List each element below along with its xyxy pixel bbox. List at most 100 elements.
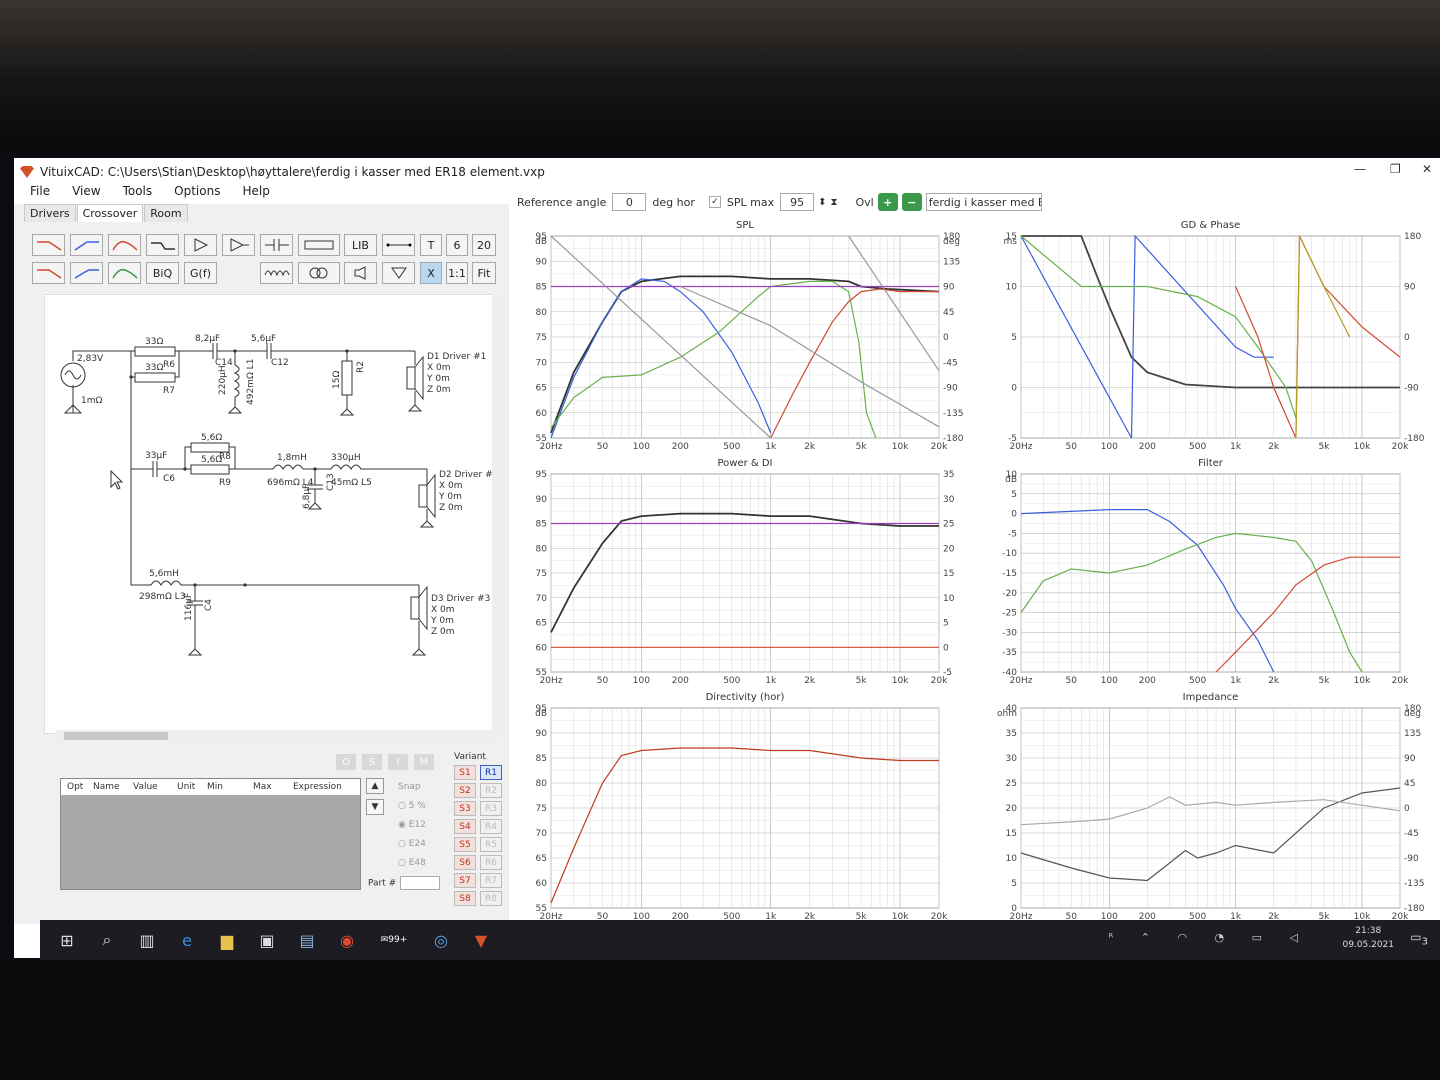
chart-title: SPL: [736, 220, 754, 231]
notch-button[interactable]: [146, 234, 179, 256]
system-tray-icons[interactable]: ᴿ ⌃ ◠ ◔ ▭ ◁: [1108, 931, 1310, 944]
capacitor-button[interactable]: [260, 234, 293, 256]
spl-spin-icon[interactable]: ⬍: [818, 197, 826, 208]
variant-s4-button[interactable]: S4: [454, 819, 476, 834]
mail-icon[interactable]: ✉ 99+: [374, 927, 414, 953]
biquad-button[interactable]: BiQ: [146, 262, 179, 284]
menu-file[interactable]: File: [30, 184, 50, 204]
snap-5-radio[interactable]: ○ 5 %: [398, 797, 426, 816]
maximize-icon[interactable]: ❐: [1390, 162, 1401, 176]
schematic-horizontal-scrollbar[interactable]: [56, 730, 496, 742]
lowpass-1-button[interactable]: [32, 234, 65, 256]
schematic-vertical-scrollbar[interactable]: [492, 294, 502, 734]
driver-button[interactable]: [344, 262, 377, 284]
bandpass-1-button[interactable]: [108, 234, 141, 256]
add-overlay-button[interactable]: +: [877, 193, 898, 211]
spl-reset-icon[interactable]: ⧗: [830, 197, 837, 208]
variant-s3-button[interactable]: S3: [454, 801, 476, 816]
bandpass-2-button[interactable]: [108, 262, 141, 284]
grid-20-button[interactable]: 20: [472, 234, 496, 256]
opt-m-button[interactable]: M: [414, 754, 434, 770]
snap-e12-radio[interactable]: ◉ E12: [398, 816, 426, 835]
variant-r7-button[interactable]: R7: [480, 873, 502, 888]
resistor-button[interactable]: [298, 234, 340, 256]
y-tick-label: 65: [536, 619, 547, 629]
task-view-icon[interactable]: ▥: [134, 927, 160, 953]
variant-s2-button[interactable]: S2: [454, 783, 476, 798]
x-tick-label: 1k: [1230, 676, 1242, 686]
transformer-button[interactable]: [298, 262, 340, 284]
search-icon[interactable]: ⌕: [94, 927, 120, 953]
y-axis-label: dB: [535, 709, 547, 719]
part-number-input[interactable]: [400, 876, 441, 890]
gf-button[interactable]: G(f): [184, 262, 217, 284]
opt-o-button[interactable]: O: [336, 754, 356, 770]
value-up-button[interactable]: ▲: [366, 778, 384, 794]
close-icon[interactable]: ✕: [1422, 162, 1432, 176]
grid-6-button[interactable]: 6: [446, 234, 468, 256]
spl-max-checkbox[interactable]: ✓: [708, 196, 721, 208]
menu-help[interactable]: Help: [242, 184, 269, 204]
minimize-icon[interactable]: —: [1354, 162, 1366, 176]
x-tick-label: 2k: [804, 442, 816, 452]
zoom-1-1-button[interactable]: 1:1: [446, 262, 468, 284]
variant-s1-button[interactable]: S1: [454, 765, 476, 780]
buffer-button[interactable]: [222, 234, 255, 256]
variant-s7-button[interactable]: S7: [454, 873, 476, 888]
amplifier-button[interactable]: [184, 234, 217, 256]
x-tick-label: 20k: [931, 676, 948, 686]
y-tick-label: 70: [536, 358, 548, 368]
file-explorer-icon[interactable]: ▆: [214, 927, 240, 953]
variant-r4-button[interactable]: R4: [480, 819, 502, 834]
ground-button[interactable]: [382, 262, 415, 284]
reference-angle-input[interactable]: 0: [612, 193, 647, 211]
value-down-button[interactable]: ▼: [366, 799, 384, 815]
y-tick-label: 5: [1011, 490, 1017, 500]
optimizer-table[interactable]: Opt Name Value Unit Min Max Expression: [60, 778, 361, 890]
tab-crossover[interactable]: Crossover: [76, 204, 144, 222]
variant-r5-button[interactable]: R5: [480, 837, 502, 852]
x-tick-label: 20Hz: [1010, 676, 1033, 686]
highpass-1-button[interactable]: [70, 234, 103, 256]
menu-tools[interactable]: Tools: [123, 184, 153, 204]
variant-r2-button[interactable]: R2: [480, 783, 502, 798]
lowpass-2-button[interactable]: [32, 262, 65, 284]
vituixcad-taskbar-icon[interactable]: ▼: [468, 927, 494, 953]
store-icon[interactable]: ▣: [254, 927, 280, 953]
edge-icon[interactable]: e: [174, 927, 200, 953]
circle-app-icon[interactable]: ◎: [428, 927, 454, 953]
snap-e24-radio[interactable]: ○ E24: [398, 835, 426, 854]
reference-angle-label: Reference angle: [517, 195, 607, 209]
opt-s-button[interactable]: S: [362, 754, 382, 770]
tab-room[interactable]: Room: [144, 204, 188, 222]
clock[interactable]: 21:38 09.05.2021: [1342, 924, 1394, 952]
variant-r1-button[interactable]: R1: [480, 765, 502, 780]
spl-max-input[interactable]: 95: [780, 193, 815, 211]
opt-i-button[interactable]: I: [388, 754, 408, 770]
snap-e48-radio[interactable]: ○ E48: [398, 854, 426, 873]
variant-r3-button[interactable]: R3: [480, 801, 502, 816]
text-button[interactable]: T: [420, 234, 442, 256]
schematic-canvas[interactable]: 2,83V 1mΩ 33Ω R6 33Ω R7 8,2µF C14 5,6µF …: [44, 294, 502, 734]
menu-view[interactable]: View: [72, 184, 100, 204]
variant-s5-button[interactable]: S5: [454, 837, 476, 852]
remove-overlay-button[interactable]: −: [901, 193, 922, 211]
x-button[interactable]: X: [420, 262, 442, 284]
notification-icon[interactable]: ▭3: [1410, 930, 1428, 947]
overlay-file-input[interactable]: ferdig i kasser med ER18 e: [925, 193, 1042, 211]
inductor-button[interactable]: [260, 262, 293, 284]
highpass-2-button[interactable]: [70, 262, 103, 284]
variant-s8-button[interactable]: S8: [454, 891, 476, 906]
lib-button[interactable]: LIB: [344, 234, 377, 256]
chrome-icon[interactable]: ◉: [334, 927, 360, 953]
windows-start-icon[interactable]: ⊞: [54, 927, 80, 953]
variant-s6-button[interactable]: S6: [454, 855, 476, 870]
fit-button[interactable]: Fit: [472, 262, 496, 284]
variant-r8-button[interactable]: R8: [480, 891, 502, 906]
tab-drivers[interactable]: Drivers: [24, 204, 76, 222]
menu-options[interactable]: Options: [174, 184, 220, 204]
x-tick-label: 10k: [892, 676, 909, 686]
wire-button[interactable]: [382, 234, 415, 256]
variant-r6-button[interactable]: R6: [480, 855, 502, 870]
app-icon[interactable]: ▤: [294, 927, 320, 953]
